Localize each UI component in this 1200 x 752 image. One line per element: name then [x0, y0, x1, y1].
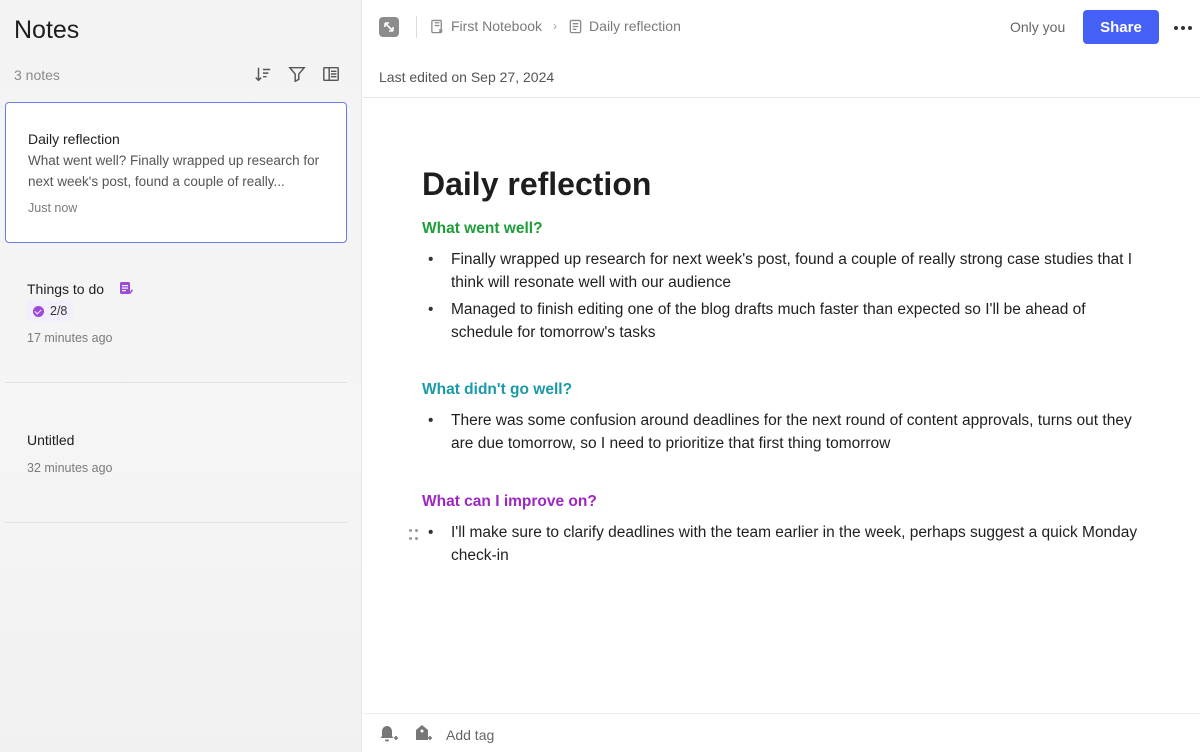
last-edited-label: Last edited on Sep 27, 2024: [379, 69, 555, 85]
filter-button[interactable]: [287, 64, 307, 84]
sort-button[interactable]: [253, 64, 273, 84]
view-layout-icon: [323, 66, 339, 82]
note-title: Things to do: [27, 281, 105, 297]
toolbar-divider: [416, 16, 417, 38]
section-heading-went-well[interactable]: What went well?: [422, 220, 543, 238]
list-item[interactable]: I'll make sure to clarify deadlines with…: [422, 521, 1142, 567]
note-time: 17 minutes ago: [27, 331, 113, 345]
breadcrumb-note-label: Daily reflection: [589, 18, 681, 34]
expand-button[interactable]: [379, 17, 399, 37]
filter-icon: [288, 66, 306, 83]
check-circle-icon: [33, 305, 44, 317]
breadcrumb-notebook[interactable]: First Notebook: [430, 18, 542, 34]
note-time: Just now: [28, 201, 78, 215]
editor-topbar: First Notebook › Daily reflection Only y…: [363, 0, 1200, 54]
reminder-button[interactable]: [379, 724, 399, 744]
sidebar-title: Notes: [14, 16, 80, 44]
note-card-untitled[interactable]: Untitled 32 minutes ago: [5, 384, 347, 523]
breadcrumb-note[interactable]: Daily reflection: [568, 18, 681, 34]
task-list-icon: [120, 282, 133, 295]
header-divider: [363, 97, 1200, 98]
sort-icon: [255, 67, 271, 82]
more-options-icon[interactable]: [1171, 18, 1195, 38]
note-card-daily-reflection[interactable]: Daily reflection What went well? Finally…: [5, 102, 347, 243]
breadcrumb-chevron-icon: ›: [553, 19, 558, 33]
view-layout-button[interactable]: [321, 64, 341, 84]
note-card-things-to-do[interactable]: Things to do 2/8 17 minutes ago: [5, 244, 347, 383]
breadcrumb: First Notebook › Daily reflection: [430, 18, 681, 34]
task-progress-count: 2/8: [50, 304, 68, 318]
bullet-list: Finally wrapped up research for next wee…: [422, 248, 1142, 348]
breadcrumb-notebook-label: First Notebook: [451, 18, 543, 34]
add-reminder-icon: [380, 726, 398, 742]
notes-sidebar: Notes 3 notes Daily reflection What went…: [0, 0, 362, 752]
list-item[interactable]: Finally wrapped up research for next wee…: [422, 248, 1142, 294]
section-heading-didnt-go-well[interactable]: What didn't go well?: [422, 381, 572, 399]
share-button[interactable]: Share: [1083, 10, 1159, 44]
drag-handle-icon[interactable]: [409, 529, 419, 541]
add-tag-input[interactable]: Add tag: [446, 727, 494, 743]
note-icon: [569, 19, 582, 33]
editor-footer: Add tag: [363, 713, 1200, 752]
note-time: 32 minutes ago: [27, 461, 113, 475]
note-title: Daily reflection: [28, 131, 120, 147]
task-progress-badge: 2/8: [27, 301, 74, 321]
bullet-list: I'll make sure to clarify deadlines with…: [422, 521, 1142, 571]
note-editor: First Notebook › Daily reflection Only y…: [363, 0, 1200, 752]
bullet-list: There was some confusion around deadline…: [422, 409, 1142, 459]
sidebar-toolbar: [253, 64, 341, 84]
list-item[interactable]: Managed to finish editing one of the blo…: [422, 298, 1142, 344]
note-title: Untitled: [27, 432, 75, 448]
notebook-icon: [431, 19, 443, 33]
section-heading-improve-on[interactable]: What can I improve on?: [422, 493, 597, 511]
add-tag-icon: [416, 725, 432, 740]
expand-icon: [384, 22, 394, 32]
notes-count: 3 notes: [14, 67, 60, 83]
tag-button[interactable]: [413, 724, 433, 744]
visibility-toggle[interactable]: Only you: [1010, 19, 1065, 35]
note-title-heading[interactable]: Daily reflection: [422, 166, 651, 203]
list-item[interactable]: There was some confusion around deadline…: [422, 409, 1142, 455]
note-snippet: What went well? Finally wrapped up resea…: [28, 153, 320, 189]
